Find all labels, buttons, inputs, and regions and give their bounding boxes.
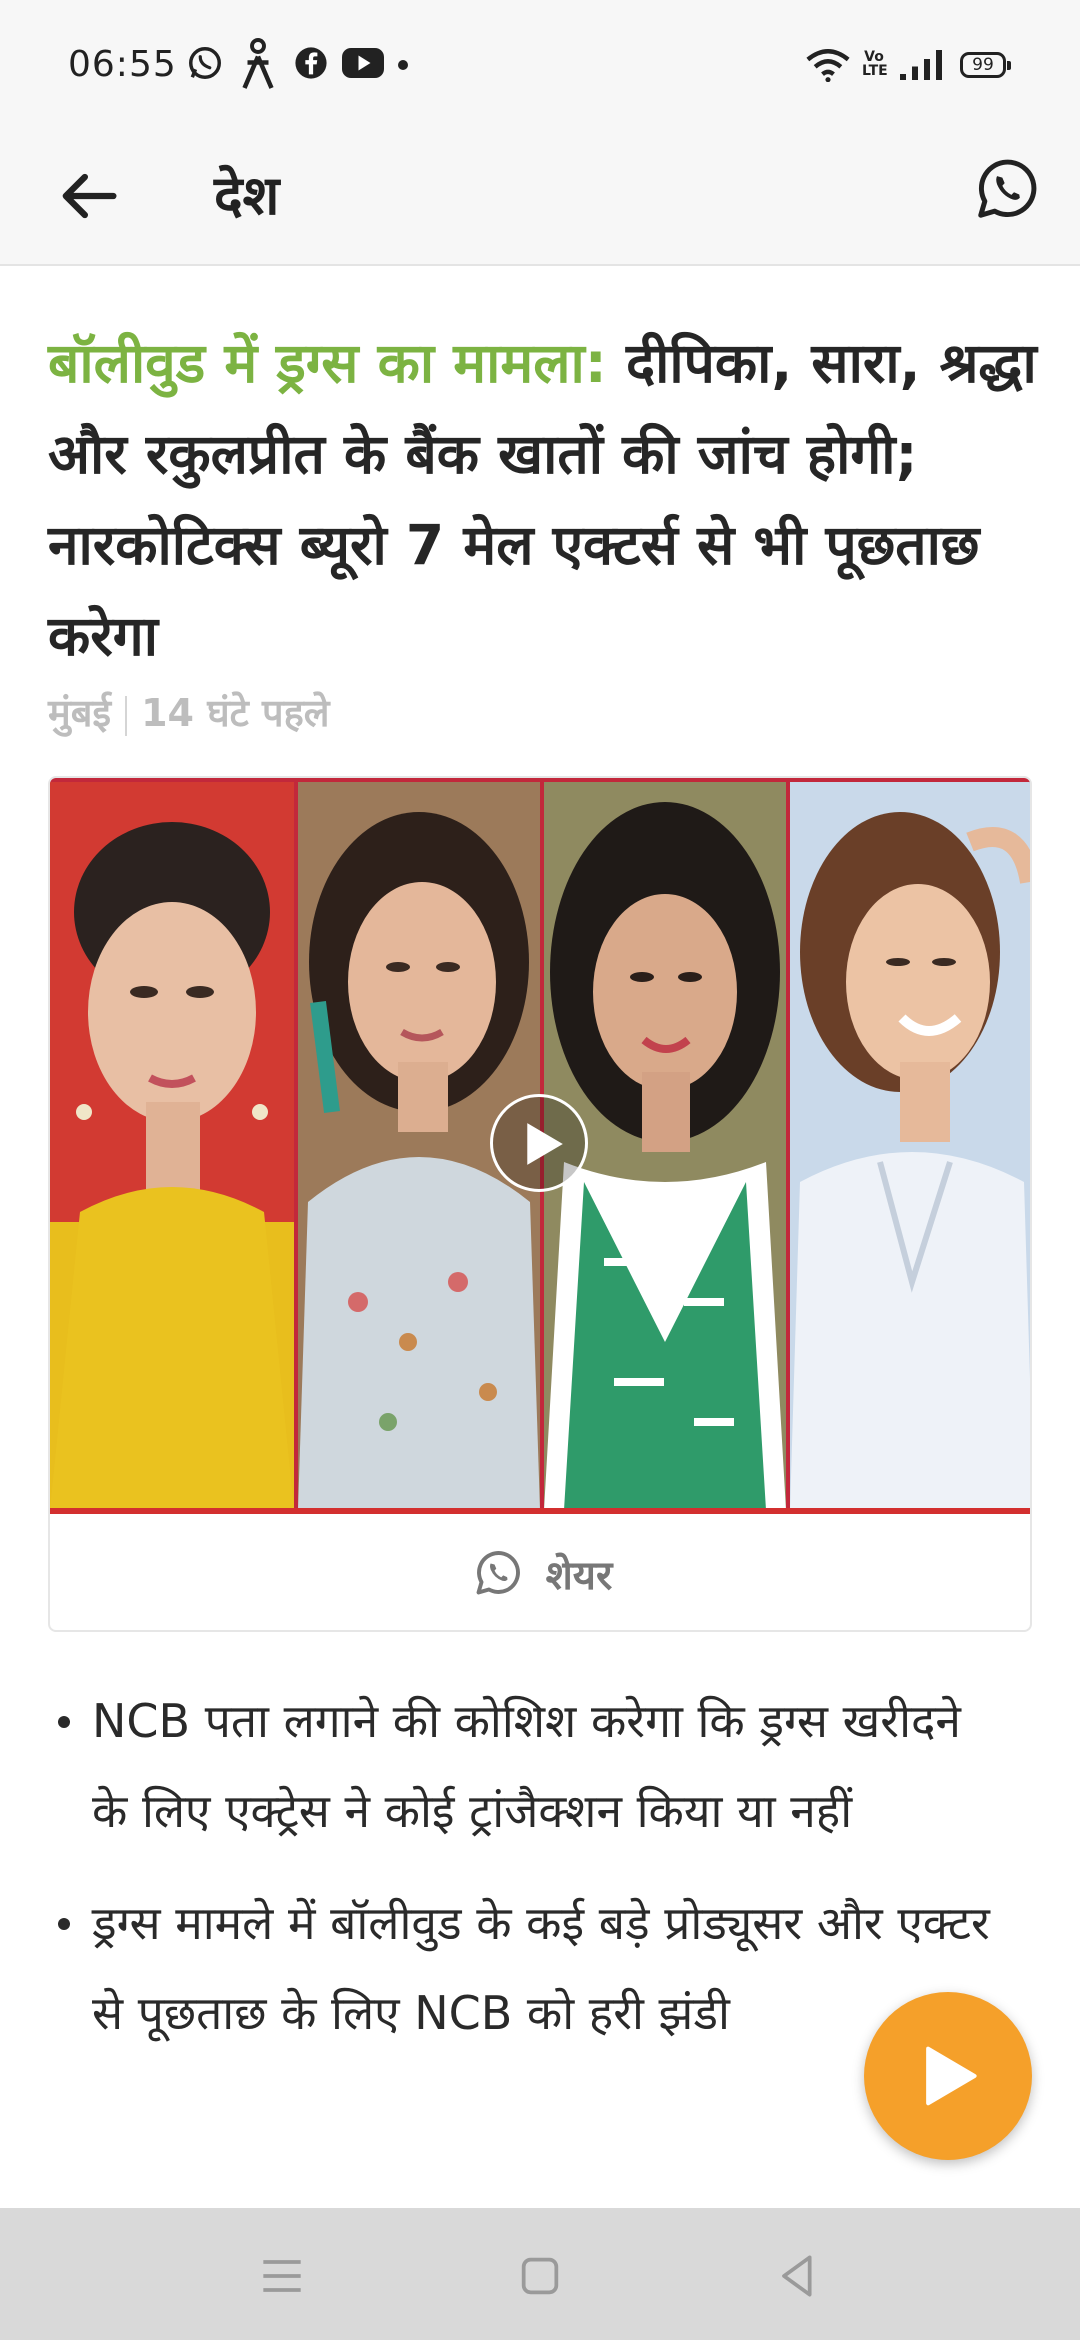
battery-level: 99 — [972, 55, 994, 75]
whatsapp-icon — [476, 1551, 520, 1595]
youtube-icon — [342, 48, 384, 78]
thumbnail-panel-4 — [790, 782, 1030, 1510]
article-highlights: NCB पता लगाने की कोशिश करेगा कि ड्रग्स ख… — [48, 1676, 998, 2080]
facebook-icon — [295, 47, 327, 79]
article-meta: मुंबई 14 घंटे पहले — [48, 686, 330, 738]
video-card: शेयर — [48, 776, 1032, 1632]
play-icon — [527, 1123, 563, 1165]
status-bar: 06:55 Vo LTE 99 — [0, 0, 1080, 130]
home-icon[interactable] — [512, 2248, 568, 2304]
page-title: देश — [214, 164, 280, 227]
arrow-left-icon — [62, 173, 117, 219]
back-triangle-icon[interactable] — [770, 2248, 826, 2304]
notification-dot — [398, 60, 408, 70]
whatsapp-share-button[interactable] — [972, 154, 1048, 230]
wifi-icon — [806, 49, 850, 82]
article-location: मुंबई — [48, 691, 112, 735]
highlight-item: NCB पता लगाने की कोशिश करेगा कि ड्रग्स ख… — [48, 1676, 998, 1856]
menu-icon[interactable] — [254, 2248, 310, 2304]
article-time: 14 घंटे पहले — [141, 691, 330, 735]
battery-icon: 99 — [960, 52, 1011, 78]
back-button[interactable] — [50, 158, 126, 234]
share-button[interactable]: शेयर — [50, 1514, 1030, 1630]
system-nav-bar — [0, 2208, 1080, 2340]
network-label: Vo LTE — [862, 49, 888, 79]
thumbnail-panel-1 — [50, 782, 294, 1510]
headline-kicker: बॉलीवुड में ड्रग्स का मामला: — [48, 331, 607, 395]
app-bar: देश — [0, 130, 1080, 266]
highlight-item: ड्रग्स मामले में बॉलीवुड के कई बड़े प्रो… — [48, 1878, 998, 2058]
signal-icon — [900, 50, 942, 80]
meta-divider — [125, 695, 128, 736]
status-time: 06:55 — [68, 44, 177, 85]
article-headline: बॉलीवुड में ड्रग्स का मामला: दीपिका, सार… — [48, 318, 1038, 682]
video-thumbnail[interactable] — [50, 778, 1030, 1512]
share-label: शेयर — [545, 1552, 613, 1599]
video-play-button[interactable] — [490, 1094, 588, 1192]
play-icon — [926, 2046, 977, 2106]
whatsapp-icon — [978, 159, 1037, 218]
audio-play-fab[interactable] — [864, 1992, 1032, 2160]
accessibility-icon — [242, 38, 274, 89]
whatsapp-icon — [189, 47, 221, 79]
